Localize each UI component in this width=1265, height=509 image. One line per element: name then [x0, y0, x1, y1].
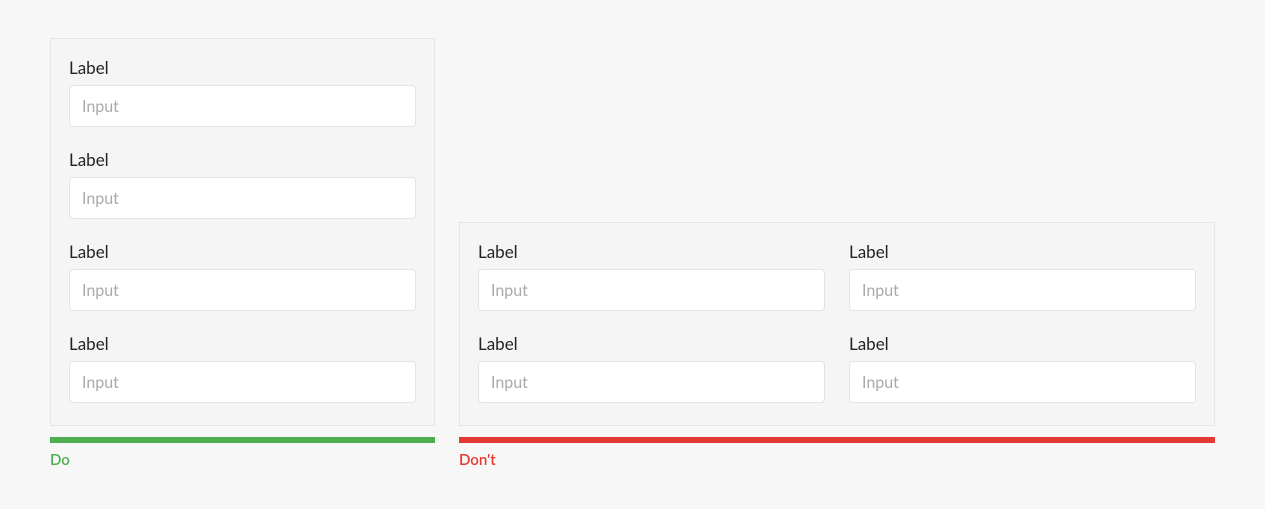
field-label: Label [69, 241, 416, 263]
form-field: Label [849, 333, 1196, 403]
dont-panel: Label Label Label Label [459, 222, 1215, 426]
form-row: Label Label [478, 333, 1196, 403]
dont-caption: Don't [459, 451, 1215, 469]
field-label: Label [849, 241, 1196, 263]
form-field: Label [478, 333, 825, 403]
form-row: Label Label [478, 241, 1196, 311]
text-input[interactable] [69, 85, 416, 127]
do-panel: Label Label Label Label [50, 38, 435, 426]
text-input[interactable] [69, 177, 416, 219]
do-caption: Do [50, 451, 435, 469]
field-label: Label [478, 241, 825, 263]
text-input[interactable] [849, 269, 1196, 311]
text-input[interactable] [478, 361, 825, 403]
field-label: Label [69, 149, 416, 171]
form-field: Label [69, 149, 416, 219]
form-field: Label [69, 333, 416, 403]
text-input[interactable] [478, 269, 825, 311]
do-example: Label Label Label Label Do [50, 38, 435, 469]
form-field: Label [69, 241, 416, 311]
text-input[interactable] [69, 269, 416, 311]
text-input[interactable] [849, 361, 1196, 403]
do-indicator-bar [50, 437, 435, 443]
dont-indicator-bar [459, 437, 1215, 443]
text-input[interactable] [69, 361, 416, 403]
field-label: Label [478, 333, 825, 355]
form-field: Label [69, 57, 416, 127]
examples-container: Label Label Label Label Do Label [0, 0, 1265, 499]
field-label: Label [849, 333, 1196, 355]
field-label: Label [69, 333, 416, 355]
form-field: Label [478, 241, 825, 311]
field-label: Label [69, 57, 416, 79]
form-field: Label [849, 241, 1196, 311]
dont-example: Label Label Label Label Don' [459, 222, 1215, 469]
